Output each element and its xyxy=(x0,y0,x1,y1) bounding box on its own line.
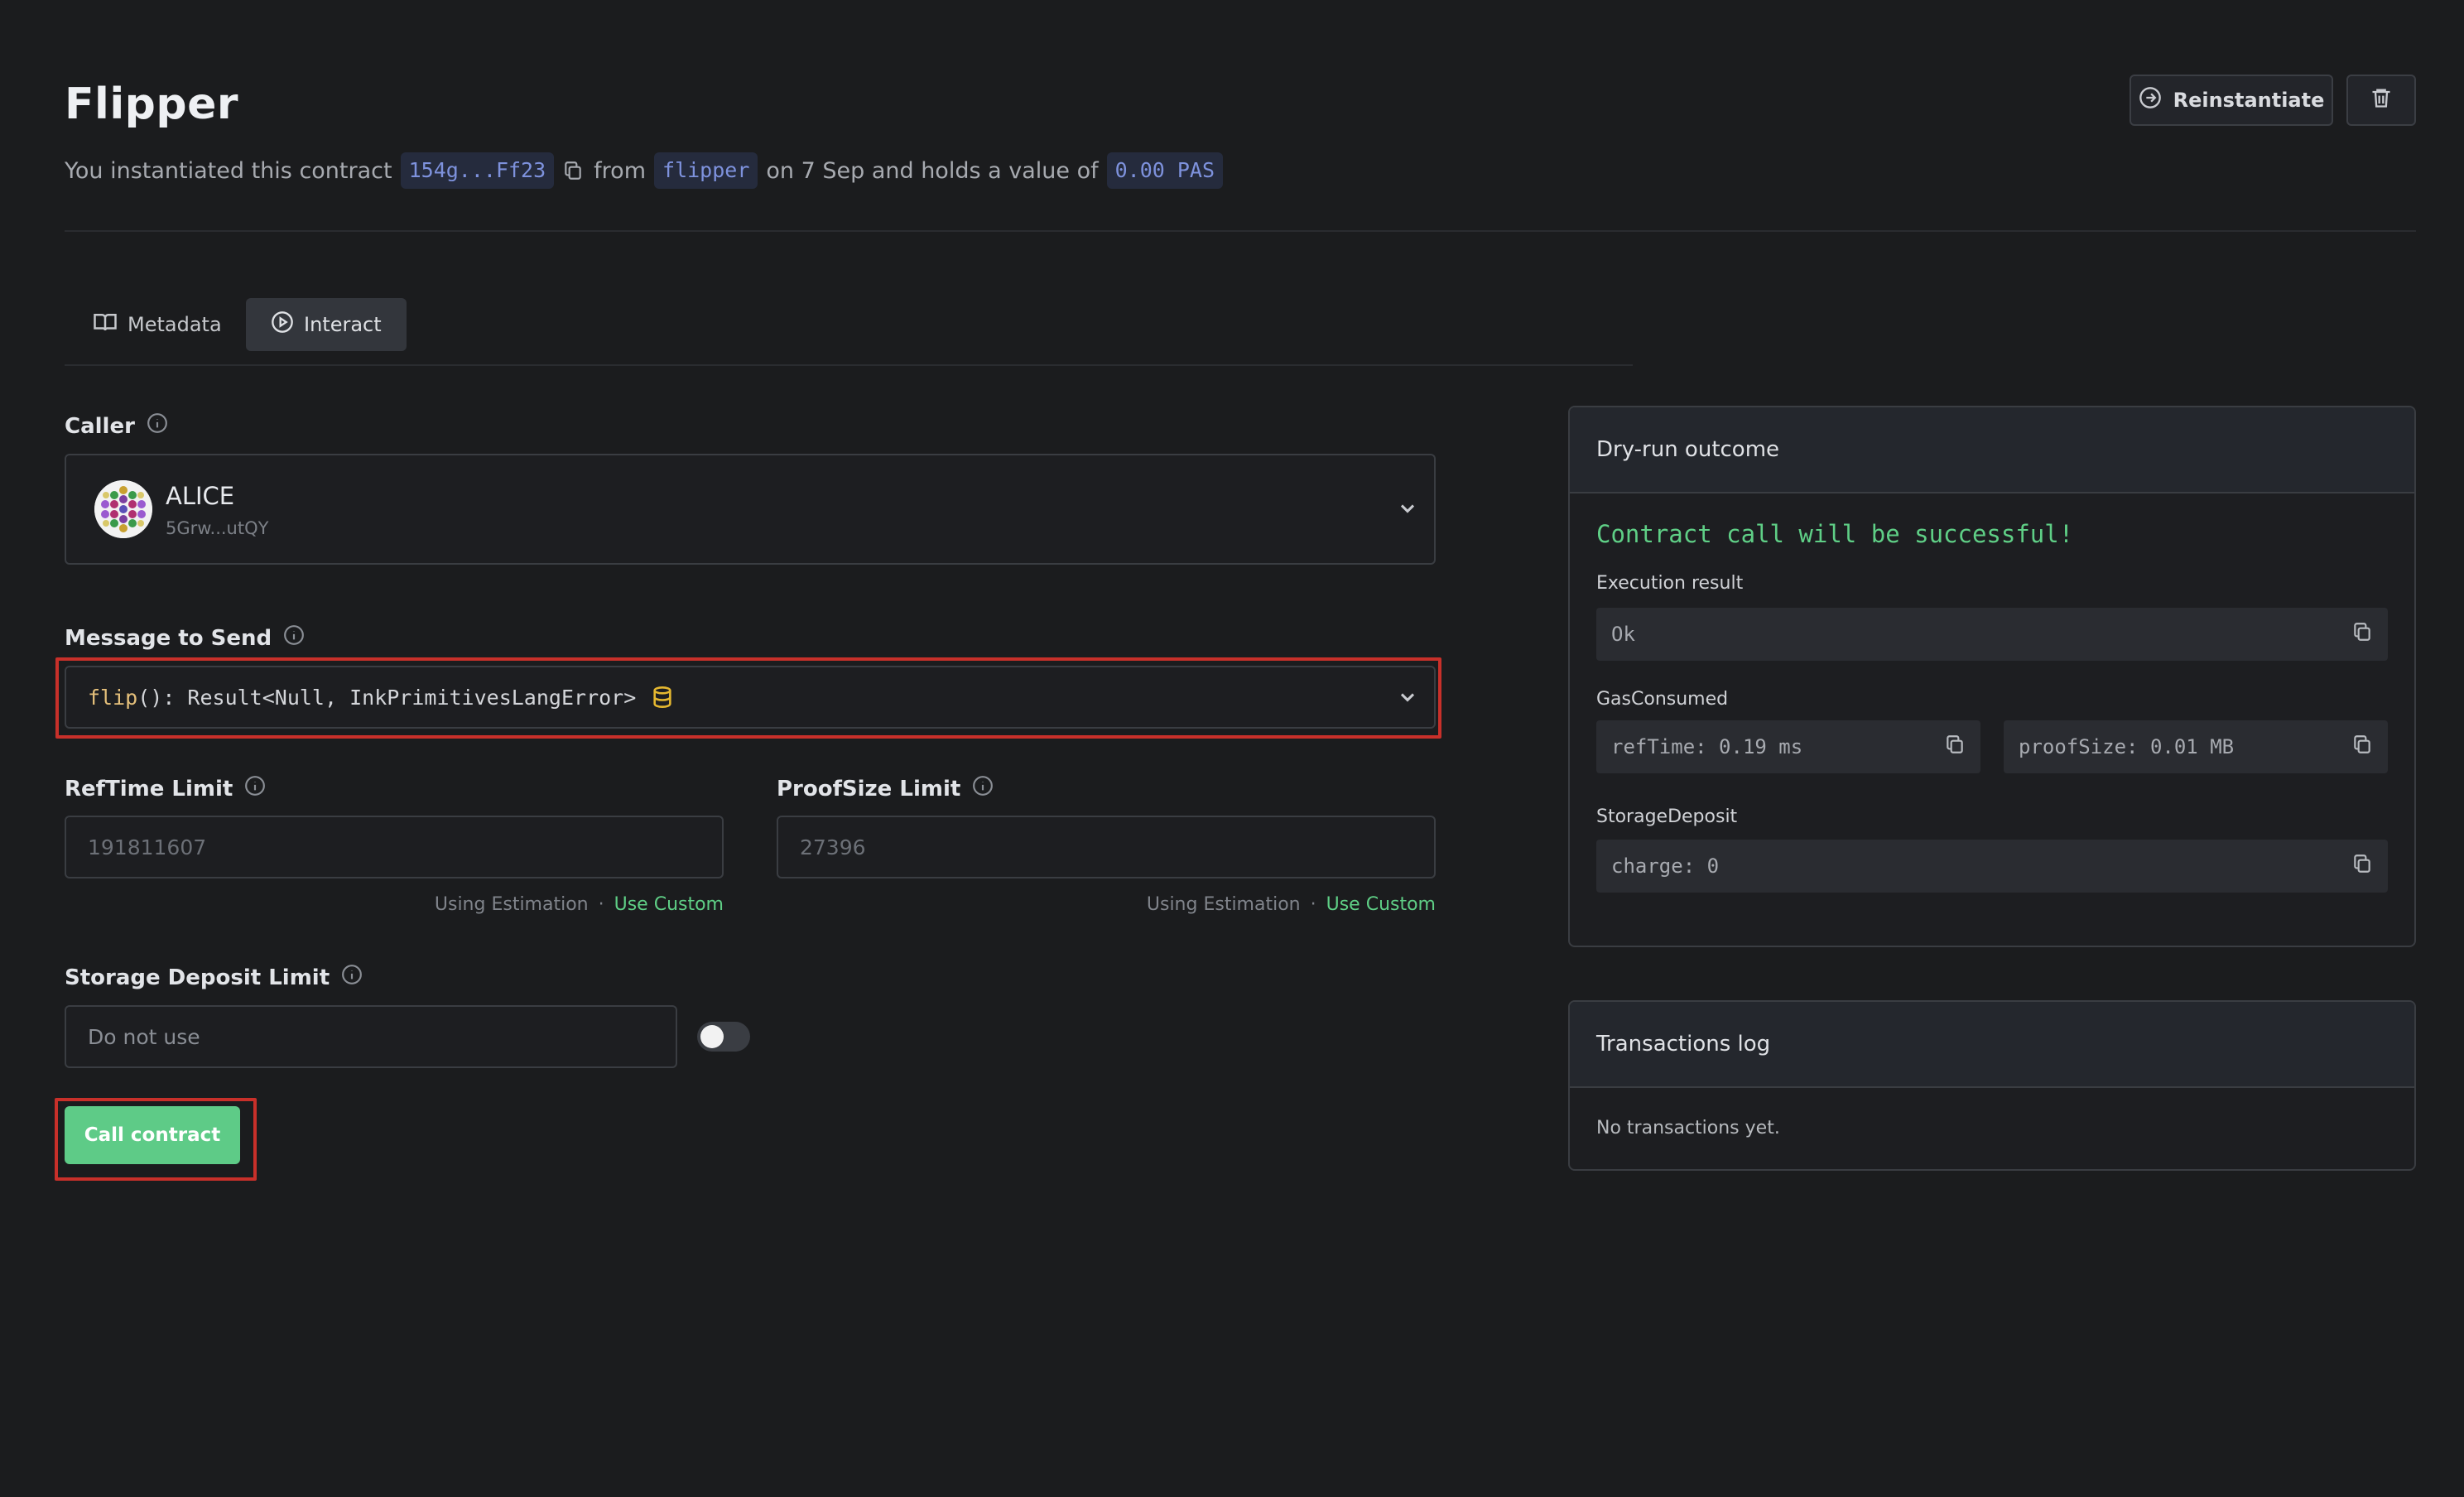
info-icon[interactable] xyxy=(972,775,994,802)
summary-mid: on 7 Sep and holds a value of xyxy=(766,157,1099,184)
caller-label: Caller xyxy=(65,413,135,439)
execution-result-field: Ok xyxy=(1596,608,2388,661)
transactions-empty-text: No transactions yet. xyxy=(1596,1118,1780,1138)
contract-address-chip[interactable]: 154g...Ff23 xyxy=(400,152,555,189)
reftime-label-row: RefTime Limit xyxy=(65,775,266,802)
value-chip: 0.00 PAS xyxy=(1106,152,1224,189)
dry-run-status: Contract call will be successful! xyxy=(1596,520,2074,548)
info-icon[interactable] xyxy=(244,775,266,802)
reftime-use-custom-link[interactable]: Use Custom xyxy=(614,894,724,915)
dry-run-title: Dry-run outcome xyxy=(1570,407,2414,493)
code-name-chip[interactable]: flipper xyxy=(654,152,758,189)
storage-deposit-value: charge: 0 xyxy=(1611,854,1720,878)
toggle-knob xyxy=(700,1025,724,1048)
highlight-box xyxy=(55,1098,257,1181)
tab-interact[interactable]: Interact xyxy=(246,298,407,351)
proofsize-consumed-field: proofSize: 0.01 MB xyxy=(2004,720,2388,773)
gas-consumed-label: GasConsumed xyxy=(1596,689,1729,710)
proofsize-label-row: ProofSize Limit xyxy=(777,775,994,802)
storage-label-row: Storage Deposit Limit xyxy=(65,964,363,991)
header-divider xyxy=(65,230,2416,232)
storage-label: Storage Deposit Limit xyxy=(65,965,330,990)
chevron-down-icon[interactable] xyxy=(1396,497,1419,523)
proofsize-estimation-text: Using Estimation xyxy=(1146,894,1301,915)
storage-deposit-field: charge: 0 xyxy=(1596,840,2388,893)
reftime-estimation-text: Using Estimation xyxy=(434,894,589,915)
reftime-placeholder: 191811607 xyxy=(88,835,207,859)
trash-icon xyxy=(2370,86,2393,114)
reftime-consumed-field: refTime: 0.19 ms xyxy=(1596,720,1980,773)
book-icon xyxy=(93,310,118,339)
contract-summary: You instantiated this contract 154g...Ff… xyxy=(65,152,1224,189)
info-icon[interactable] xyxy=(341,964,363,991)
reftime-input[interactable]: 191811607 xyxy=(65,816,724,878)
storage-toggle[interactable] xyxy=(697,1022,750,1052)
copy-icon[interactable] xyxy=(561,158,585,183)
account-name: ALICE xyxy=(166,482,235,510)
info-icon[interactable] xyxy=(147,412,168,440)
play-circle-icon xyxy=(271,310,294,339)
caller-select[interactable] xyxy=(65,454,1436,565)
summary-prefix: You instantiated this contract xyxy=(65,157,392,184)
message-label: Message to Send xyxy=(65,625,272,651)
proofsize-use-custom-link[interactable]: Use Custom xyxy=(1326,894,1436,915)
execution-result-label: Execution result xyxy=(1596,573,1744,594)
tab-interact-label: Interact xyxy=(304,313,382,336)
storage-placeholder: Do not use xyxy=(88,1024,200,1049)
caller-label-row: Caller xyxy=(65,412,168,440)
page-title: Flipper xyxy=(65,79,239,129)
reftime-label: RefTime Limit xyxy=(65,776,233,801)
message-label-row: Message to Send xyxy=(65,624,305,652)
transactions-log-panel: Transactions log xyxy=(1568,1000,2416,1171)
proofsize-label: ProofSize Limit xyxy=(777,776,961,801)
storage-deposit-label: StorageDeposit xyxy=(1596,806,1738,827)
reftime-estimation: Using Estimation · Use Custom xyxy=(435,894,724,915)
execution-result-value: Ok xyxy=(1611,623,1635,646)
delete-button[interactable] xyxy=(2346,75,2416,126)
separator: · xyxy=(598,894,604,915)
reinstantiate-label: Reinstantiate xyxy=(2173,89,2325,112)
proofsize-consumed-value: proofSize: 0.01 MB xyxy=(2019,735,2235,758)
copy-icon[interactable] xyxy=(2351,734,2373,760)
tab-metadata[interactable]: Metadata xyxy=(68,298,247,351)
proofsize-estimation: Using Estimation · Use Custom xyxy=(1147,894,1436,915)
summary-from: from xyxy=(594,157,647,184)
reinstantiate-button[interactable]: Reinstantiate xyxy=(2130,75,2333,126)
storage-deposit-input[interactable]: Do not use xyxy=(65,1005,677,1068)
proofsize-placeholder: 27396 xyxy=(800,835,866,859)
copy-icon[interactable] xyxy=(2351,621,2373,647)
reftime-consumed-value: refTime: 0.19 ms xyxy=(1611,735,1803,758)
highlight-box xyxy=(55,657,1441,739)
copy-icon[interactable] xyxy=(1944,734,1966,760)
proofsize-input[interactable]: 27396 xyxy=(777,816,1436,878)
transactions-log-title: Transactions log xyxy=(1570,1002,2414,1088)
reinstantiate-icon xyxy=(2139,86,2162,114)
info-icon[interactable] xyxy=(283,624,305,652)
separator: · xyxy=(1310,894,1316,915)
tab-metadata-label: Metadata xyxy=(128,313,222,336)
account-address: 5Grw...utQY xyxy=(166,518,269,538)
copy-icon[interactable] xyxy=(2351,853,2373,879)
tabs-divider xyxy=(65,364,1633,366)
account-avatar xyxy=(94,480,152,538)
